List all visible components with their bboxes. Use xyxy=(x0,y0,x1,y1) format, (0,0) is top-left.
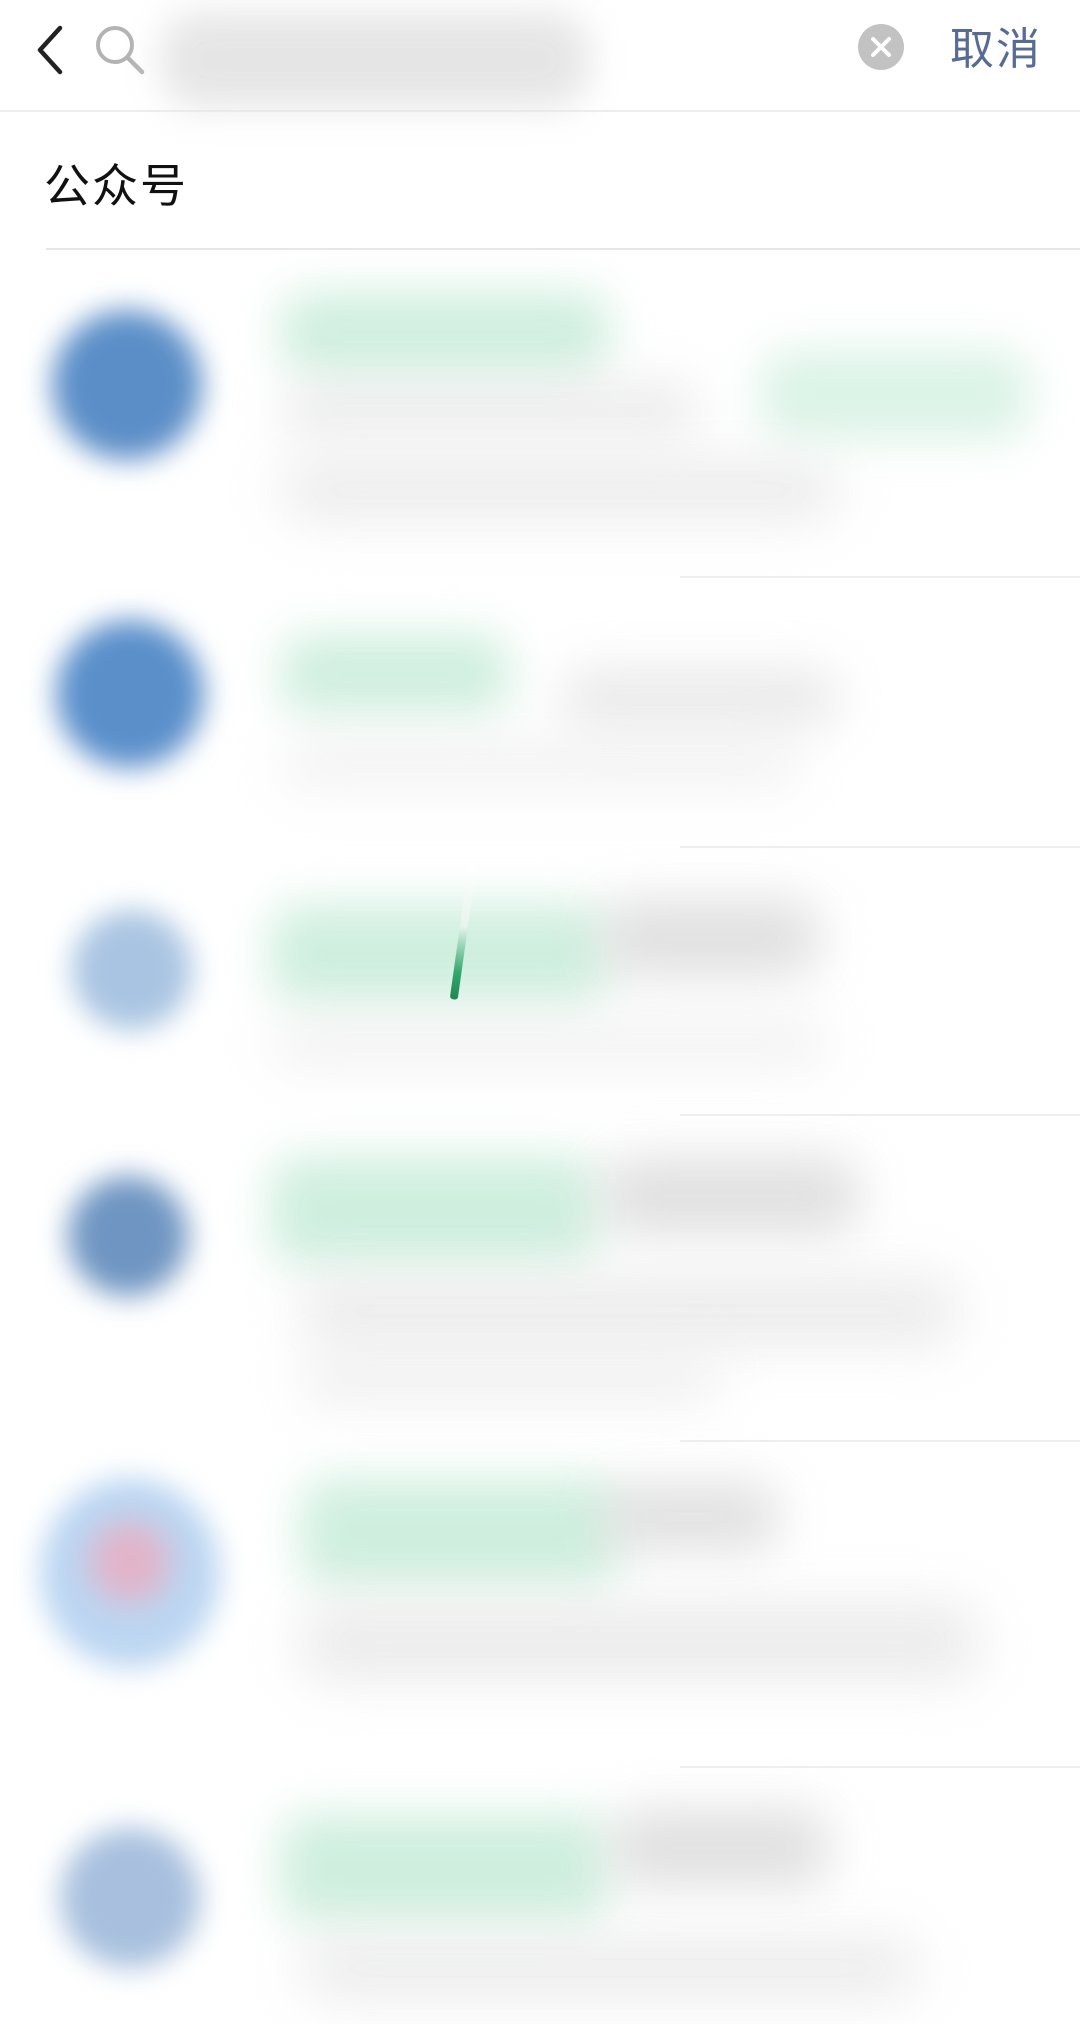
account-description-redacted xyxy=(300,1938,920,1998)
account-meta-redacted xyxy=(600,1482,780,1552)
result-list xyxy=(0,250,1080,2024)
account-meta-redacted xyxy=(280,380,700,440)
account-meta-redacted xyxy=(560,668,840,728)
avatar xyxy=(72,910,192,1030)
account-meta-redacted xyxy=(600,898,820,978)
close-icon xyxy=(871,37,891,57)
account-description-redacted xyxy=(270,1018,830,1068)
account-meta-redacted xyxy=(600,1156,860,1236)
account-description-redacted xyxy=(300,1602,980,1682)
section-title-official-accounts: 公众号 xyxy=(44,159,188,213)
account-description-redacted xyxy=(280,460,840,520)
avatar xyxy=(68,1176,188,1296)
account-name-redacted xyxy=(280,634,510,714)
avatar xyxy=(52,310,202,460)
account-name-tail-redacted xyxy=(760,350,1030,440)
result-row[interactable] xyxy=(0,1116,1080,1442)
result-row[interactable] xyxy=(0,1442,1080,1768)
account-description-redacted xyxy=(300,1276,960,1346)
account-name-redacted xyxy=(270,1156,600,1266)
search-bar: 取消 xyxy=(0,0,1080,112)
result-row[interactable] xyxy=(0,848,1080,1116)
cancel-button[interactable]: 取消 xyxy=(950,18,1070,82)
clear-button[interactable] xyxy=(858,24,904,70)
avatar-center-mark xyxy=(90,1522,170,1602)
search-icon xyxy=(92,22,148,78)
account-name-redacted xyxy=(300,1478,620,1588)
result-row[interactable] xyxy=(0,250,1080,578)
account-description-line2-redacted xyxy=(300,1354,720,1404)
result-row[interactable] xyxy=(0,1768,1080,2024)
back-button[interactable] xyxy=(26,18,82,82)
search-results-page: 取消 公众号 xyxy=(0,0,1080,2024)
account-name-redacted xyxy=(280,292,610,372)
avatar xyxy=(56,620,204,768)
account-name-redacted xyxy=(280,1814,610,1924)
section-header: 公众号 xyxy=(0,112,1080,250)
account-name-redacted xyxy=(270,904,610,1004)
avatar xyxy=(60,1828,200,1968)
result-row[interactable] xyxy=(0,578,1080,848)
chevron-left-icon xyxy=(37,25,63,75)
account-description-redacted xyxy=(280,738,800,788)
search-input[interactable] xyxy=(160,18,844,96)
account-meta-redacted xyxy=(610,1808,830,1888)
